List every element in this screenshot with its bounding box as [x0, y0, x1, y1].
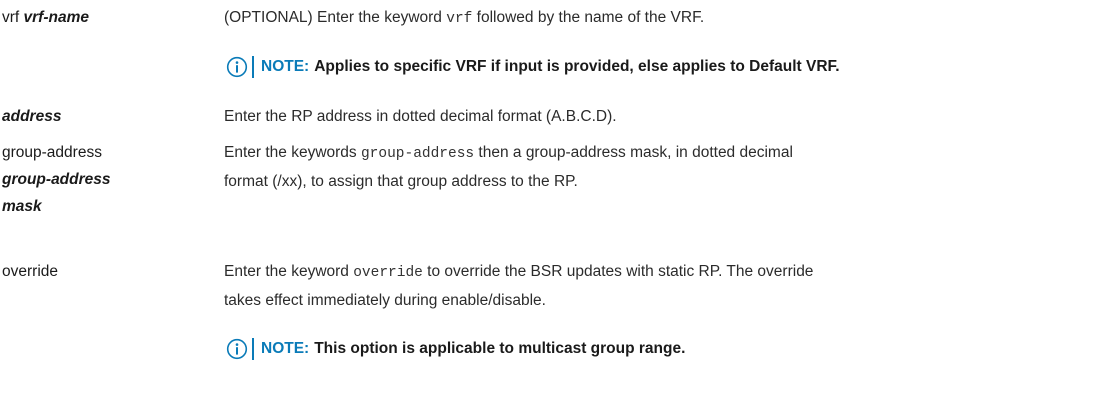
- note-label: NOTE:: [261, 58, 310, 75]
- code-keyword: override: [353, 265, 423, 281]
- note-divider: [252, 56, 254, 78]
- note-label: NOTE:: [261, 340, 310, 357]
- param-definition: Enter the RP address in dotted decimal f…: [224, 108, 617, 125]
- note-divider: [252, 338, 254, 360]
- info-icon: [226, 56, 248, 78]
- param-term: address: [2, 105, 192, 128]
- param-definition: (OPTIONAL) Enter the keyword vrf followe…: [224, 9, 705, 27]
- note-vrf: NOTE: Applies to specific VRF if input i…: [226, 55, 840, 79]
- term-keyword: override: [2, 263, 58, 280]
- term-variable: group-address: [2, 171, 111, 188]
- term-keyword: group-address: [2, 144, 102, 161]
- note-text: Applies to specific VRF if input is prov…: [314, 58, 840, 75]
- info-icon: [226, 338, 248, 360]
- code-keyword: vrf: [446, 11, 473, 27]
- param-term: group-address group-address mask: [2, 141, 192, 218]
- term-variable: vrf-name: [23, 9, 89, 26]
- term-keyword: vrf: [2, 9, 20, 26]
- term-variable: mask: [2, 198, 42, 215]
- note-text: This option is applicable to multicast g…: [314, 340, 686, 357]
- term-variable: address: [2, 108, 62, 125]
- param-definition: Enter the keywords group-address then a …: [224, 144, 793, 190]
- code-keyword: group-address: [360, 146, 475, 162]
- note-override: NOTE: This option is applicable to multi…: [226, 337, 685, 361]
- param-term: vrf vrf-name: [2, 6, 192, 29]
- param-definition: Enter the keyword override to override t…: [224, 263, 814, 309]
- param-term: override: [2, 260, 192, 283]
